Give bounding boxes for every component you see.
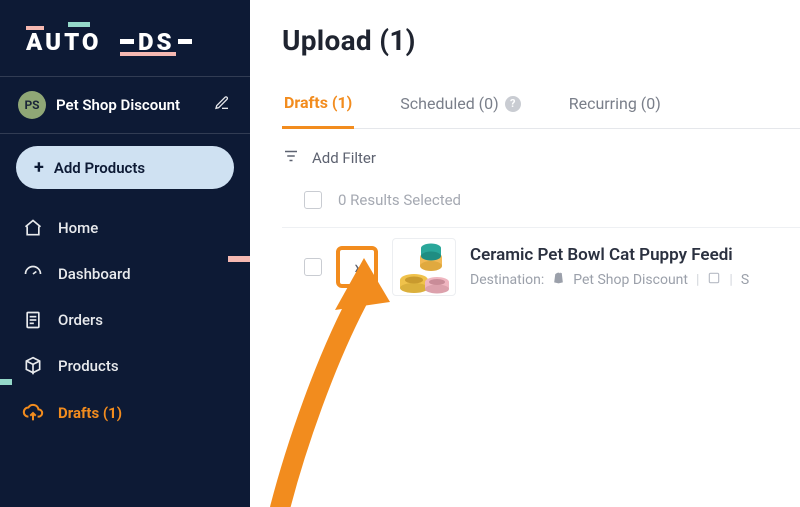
- sidebar-item-label: Home: [58, 219, 98, 237]
- add-products-label: Add Products: [54, 159, 145, 177]
- sidebar-item-label: Products: [58, 357, 119, 375]
- add-products-button[interactable]: + Add Products: [16, 146, 234, 189]
- products-icon: [22, 356, 44, 376]
- filter-label: Add Filter: [312, 149, 376, 167]
- product-row: › Ceramic Pet Bowl Cat Pu: [282, 227, 800, 310]
- tab-drafts[interactable]: Drafts (1): [282, 93, 354, 129]
- tab-label: Scheduled (0): [400, 94, 498, 113]
- store-name: Pet Shop Discount: [56, 96, 204, 114]
- sidebar-item-home[interactable]: Home: [0, 205, 250, 251]
- destination-name: Pet Shop Discount: [573, 272, 688, 288]
- sidebar: AUTO DS PS Pet Shop Discount + Add Produ…: [0, 0, 250, 507]
- sidebar-item-orders[interactable]: Orders: [0, 297, 250, 343]
- help-icon[interactable]: ?: [505, 96, 521, 112]
- expand-row-button[interactable]: ›: [336, 246, 378, 288]
- brand-logo: AUTO DS: [0, 0, 250, 76]
- tabs: Drafts (1) Scheduled (0) ? Recurring (0): [282, 93, 800, 129]
- select-all-checkbox[interactable]: [304, 191, 322, 209]
- destination-label: Destination:: [470, 272, 544, 288]
- tab-scheduled[interactable]: Scheduled (0) ?: [398, 93, 522, 128]
- product-thumbnail[interactable]: [392, 238, 456, 296]
- row-checkbox[interactable]: [304, 258, 322, 276]
- home-icon: [22, 218, 44, 238]
- page-title: Upload (1): [282, 24, 800, 57]
- drafts-icon: [22, 402, 44, 424]
- sidebar-item-products[interactable]: Products: [0, 343, 250, 389]
- tab-recurring[interactable]: Recurring (0): [567, 93, 663, 128]
- product-title[interactable]: Ceramic Pet Bowl Cat Puppy Feedi: [470, 245, 749, 265]
- meta-trailing: S: [741, 272, 749, 288]
- chevron-right-icon: ›: [354, 257, 359, 278]
- tab-label: Recurring (0): [569, 94, 661, 113]
- plus-icon: +: [34, 157, 44, 178]
- orders-icon: [22, 310, 44, 330]
- store-badge: PS: [18, 91, 46, 119]
- shopify-icon: [552, 271, 565, 289]
- sidebar-item-label: Orders: [58, 311, 103, 329]
- dashboard-icon: [22, 264, 44, 284]
- product-meta: Destination: Pet Shop Discount | | S: [470, 271, 749, 289]
- sidebar-item-drafts[interactable]: Drafts (1): [0, 389, 250, 437]
- svg-text:AUTO: AUTO: [26, 28, 101, 56]
- decor-accent: [228, 256, 250, 262]
- main-content: Upload (1) Drafts (1) Scheduled (0) ? Re…: [250, 0, 800, 507]
- sidebar-item-dashboard[interactable]: Dashboard: [0, 251, 250, 297]
- selection-row: 0 Results Selected: [282, 185, 800, 227]
- store-selector[interactable]: PS Pet Shop Discount: [0, 77, 250, 133]
- sidebar-item-label: Drafts (1): [58, 404, 122, 422]
- svg-text:DS: DS: [138, 28, 175, 56]
- add-filter-button[interactable]: Add Filter: [282, 129, 800, 185]
- tab-label: Drafts (1): [284, 93, 352, 112]
- filter-icon: [282, 147, 300, 169]
- sidebar-nav: Home Dashboard Orders Products Drafts (1…: [0, 197, 250, 437]
- product-info: Ceramic Pet Bowl Cat Puppy Feedi Destina…: [470, 245, 749, 289]
- decor-accent: [0, 379, 12, 385]
- sidebar-item-label: Dashboard: [58, 265, 131, 283]
- note-icon: [707, 271, 721, 289]
- selection-count: 0 Results Selected: [338, 191, 461, 209]
- edit-store-icon[interactable]: [214, 95, 230, 115]
